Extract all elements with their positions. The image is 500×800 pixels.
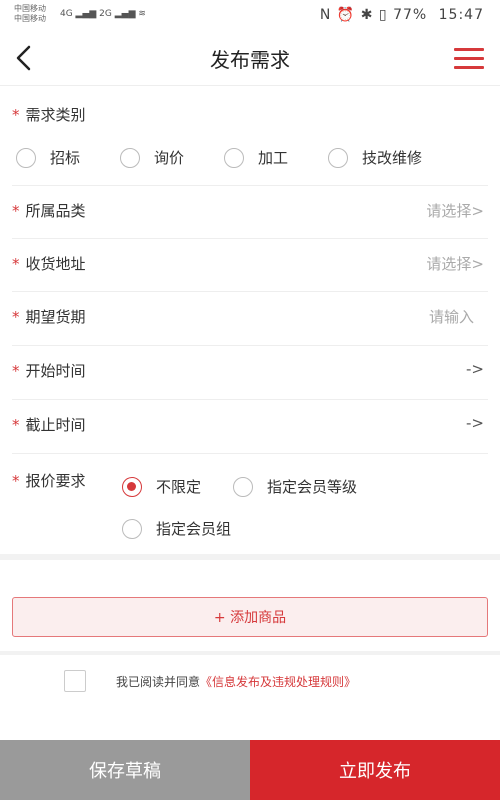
end-time-row[interactable]: * 截止时间 -> xyxy=(12,400,488,454)
publish-button[interactable]: 立即发布 xyxy=(250,740,500,800)
end-time-arrow[interactable]: -> xyxy=(466,414,484,432)
radio-tender[interactable] xyxy=(16,147,36,168)
radio-member-level[interactable] xyxy=(233,476,254,497)
option-maintenance[interactable]: 技改维修 xyxy=(362,147,422,168)
radio-unlimited[interactable] xyxy=(122,476,142,497)
category-row: * 需求类别 招标 询价 加工 技改维修 xyxy=(12,92,488,186)
option-unlimited[interactable]: 不限定 xyxy=(156,476,201,497)
required-mark: * xyxy=(12,202,20,220)
page-title: 发布需求 xyxy=(210,48,290,72)
address-label: 收货地址 xyxy=(25,255,86,273)
product-category-label: 所属品类 xyxy=(25,202,86,220)
system-icons: N ⏰ ✱ ▯ xyxy=(319,7,388,23)
section-divider xyxy=(0,651,500,655)
address-row[interactable]: * 收货地址 请选择> xyxy=(12,239,488,292)
required-mark: * xyxy=(12,362,20,380)
status-right: N ⏰ ✱ ▯ 77% 15:47 xyxy=(320,7,484,23)
status-bar: 中国移动 中国移动 4G ▂▄▆ 2G ▂▄▆ ≋ N ⏰ ✱ ▯ 77% 15… xyxy=(0,0,500,30)
end-time-label: 截止时间 xyxy=(25,416,86,434)
address-select[interactable]: 请选择> xyxy=(426,253,484,274)
radio-maintenance[interactable] xyxy=(328,147,349,168)
category-label: 需求类别 xyxy=(25,106,86,124)
delivery-label: 期望货期 xyxy=(25,308,86,326)
quote-label: 报价要求 xyxy=(25,472,86,490)
carrier-1: 中国移动 xyxy=(14,4,46,13)
save-draft-button[interactable]: 保存草稿 xyxy=(0,740,250,800)
option-member-level[interactable]: 指定会员等级 xyxy=(267,476,357,497)
quote-row: * 报价要求 不限定 指定会员等级 指定会员组 xyxy=(12,454,488,554)
option-inquiry[interactable]: 询价 xyxy=(154,147,184,168)
category-options: 招标 询价 加工 技改维修 xyxy=(16,147,422,168)
nav-bar: 发布需求 xyxy=(0,30,500,86)
agreement-row: 我已阅读并同意《信息发布及违规处理规则》 xyxy=(0,668,500,694)
quote-options-line-2: 指定会员组 xyxy=(122,518,231,539)
required-mark: * xyxy=(12,255,20,273)
quote-options-line-1: 不限定 指定会员等级 xyxy=(122,476,357,497)
radio-inquiry[interactable] xyxy=(120,147,141,168)
delivery-input[interactable]: 请输入 xyxy=(429,306,474,327)
required-mark: * xyxy=(12,416,20,434)
hamburger-menu-icon[interactable] xyxy=(454,48,484,70)
option-processing[interactable]: 加工 xyxy=(258,147,288,168)
add-goods-button[interactable]: + 添加商品 xyxy=(12,597,488,637)
option-member-group[interactable]: 指定会员组 xyxy=(156,518,231,539)
required-mark: * xyxy=(12,472,20,490)
clock-time: 15:47 xyxy=(438,7,484,23)
product-category-select[interactable]: 请选择> xyxy=(426,200,484,221)
agreement-checkbox[interactable] xyxy=(64,670,86,692)
agreement-text: 我已阅读并同意 xyxy=(116,675,201,689)
agreement-rules-link[interactable]: 《信息发布及违规处理规则》 xyxy=(200,675,356,689)
start-time-label: 开始时间 xyxy=(25,362,86,380)
delivery-row[interactable]: * 期望货期 请输入 xyxy=(12,292,488,346)
battery-level: 77% xyxy=(393,7,428,23)
carrier-labels: 中国移动 中国移动 xyxy=(14,4,46,24)
radio-processing[interactable] xyxy=(224,147,245,168)
product-category-row[interactable]: * 所属品类 请选择> xyxy=(12,186,488,239)
start-time-arrow[interactable]: -> xyxy=(466,360,484,378)
radio-member-group[interactable] xyxy=(122,518,142,539)
section-divider xyxy=(0,554,500,560)
bottom-bar: 保存草稿 立即发布 xyxy=(0,740,500,800)
signal-icon: 4G ▂▄▆ 2G ▂▄▆ ≋ xyxy=(60,9,146,19)
required-mark: * xyxy=(12,106,20,124)
required-mark: * xyxy=(12,308,20,326)
option-tender[interactable]: 招标 xyxy=(50,147,80,168)
carrier-2: 中国移动 xyxy=(14,14,46,23)
start-time-row[interactable]: * 开始时间 -> xyxy=(12,346,488,400)
